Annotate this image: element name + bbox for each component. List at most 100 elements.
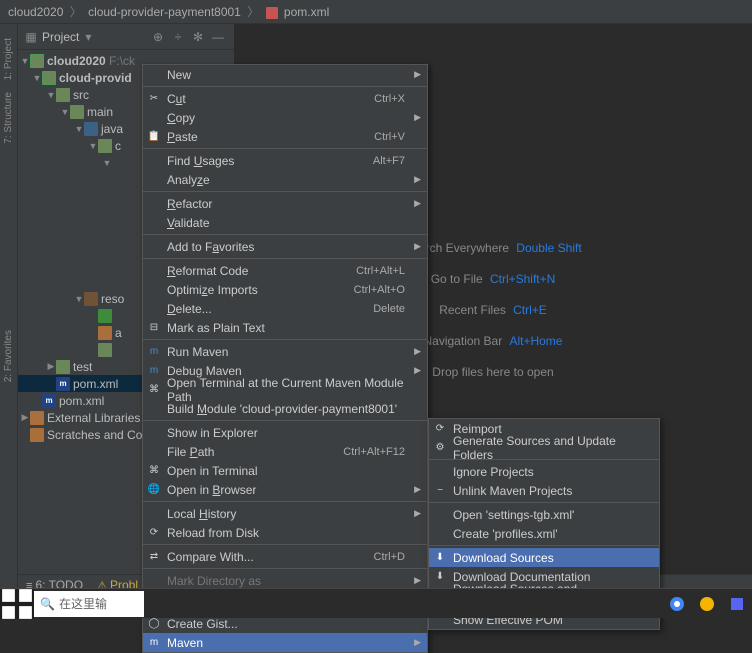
submenu-arrow-icon: ▶ — [414, 241, 421, 252]
menu-run-maven[interactable]: mRun Maven▶ — [143, 342, 427, 361]
package-icon — [98, 139, 112, 153]
gear-icon[interactable]: ✻ — [188, 27, 208, 47]
menu-cut[interactable]: ✂CutCtrl+X — [143, 89, 427, 108]
hint-recent-key: Ctrl+E — [513, 303, 547, 317]
submenu-arrow-icon: ▶ — [414, 69, 421, 80]
hint-recent: Recent Files — [439, 303, 506, 317]
globe-icon: 🌐 — [147, 483, 161, 497]
hint-nav-key: Alt+Home — [509, 334, 562, 348]
generate-icon: ⚙ — [433, 441, 447, 455]
submenu-arrow-icon: ▶ — [414, 575, 421, 586]
menu-show-explorer[interactable]: Show in Explorer — [143, 423, 427, 442]
menu-compare[interactable]: ⇄Compare With...Ctrl+D — [143, 547, 427, 566]
menu-build-module[interactable]: Build Module 'cloud-provider-payment8001… — [143, 399, 427, 418]
tab-project[interactable]: 1: Project — [3, 38, 14, 80]
menu-plain-text[interactable]: ⊟Mark as Plain Text — [143, 318, 427, 337]
submenu-download-sources[interactable]: ⬇Download Sources — [429, 548, 659, 567]
context-menu[interactable]: New▶ ✂CutCtrl+X Copy▶ 📋PasteCtrl+V Find … — [142, 64, 428, 653]
submenu-arrow-icon: ▶ — [414, 365, 421, 376]
menu-file-path[interactable]: File PathCtrl+Alt+F12 — [143, 442, 427, 461]
refresh-icon: ⟳ — [433, 422, 447, 436]
project-view-icon: ▦ — [24, 30, 38, 44]
menu-paste[interactable]: 📋PasteCtrl+V — [143, 127, 427, 146]
menu-refactor[interactable]: Refactor▶ — [143, 194, 427, 213]
submenu-ignore[interactable]: Ignore Projects — [429, 462, 659, 481]
submenu-unlink[interactable]: −Unlink Maven Projects — [429, 481, 659, 500]
maven-file-icon — [266, 7, 278, 19]
menu-open-terminal[interactable]: ⌘Open in Terminal — [143, 461, 427, 480]
submenu-arrow-icon: ▶ — [414, 174, 421, 185]
menu-open-browser[interactable]: 🌐Open in Browser▶ — [143, 480, 427, 499]
submenu-arrow-icon: ▶ — [414, 637, 421, 648]
menu-new[interactable]: New▶ — [143, 65, 427, 84]
taskbar-search[interactable]: 🔍在这里输 — [34, 591, 144, 617]
menu-optimize-imports[interactable]: Optimize ImportsCtrl+Alt+O — [143, 280, 427, 299]
menu-find-usages[interactable]: Find UsagesAlt+F7 — [143, 151, 427, 170]
scratch-icon — [30, 428, 44, 442]
menu-analyze[interactable]: Analyze▶ — [143, 170, 427, 189]
hint-search-key: Double Shift — [516, 241, 581, 255]
maven-file-icon: m — [56, 377, 70, 391]
file-icon — [98, 309, 112, 323]
locate-icon[interactable]: ⊕ — [148, 27, 168, 47]
submenu-generate-sources[interactable]: ⚙Generate Sources and Update Folders — [429, 438, 659, 457]
maven-file-icon: m — [42, 394, 56, 408]
file-icon — [98, 326, 112, 340]
tool-window-stripe-left: 1: Project 7: Structure 2: Favorites — [0, 24, 18, 594]
maven-icon: m — [147, 636, 161, 650]
submenu-arrow-icon: ▶ — [414, 112, 421, 123]
source-folder-icon — [84, 122, 98, 136]
tab-structure[interactable]: 7: Structure — [3, 92, 14, 144]
windows-start-button[interactable] — [0, 589, 34, 619]
terminal-icon: ⌘ — [147, 464, 161, 478]
download-icon: ⬇ — [433, 551, 447, 565]
folder-icon — [70, 105, 84, 119]
menu-local-history[interactable]: Local History▶ — [143, 504, 427, 523]
project-title[interactable]: Project — [42, 30, 79, 44]
submenu-arrow-icon: ▶ — [414, 198, 421, 209]
taskbar-chrome-icon[interactable] — [663, 590, 691, 618]
reload-icon: ⟳ — [147, 526, 161, 540]
maven-debug-icon: m — [147, 364, 161, 378]
download-icon: ⬇ — [433, 570, 447, 584]
folder-icon — [56, 360, 70, 374]
menu-reload[interactable]: ⟳Reload from Disk — [143, 523, 427, 542]
submenu-arrow-icon: ▶ — [414, 508, 421, 519]
minus-icon: − — [433, 484, 447, 498]
submenu-create-profiles[interactable]: Create 'profiles.xml' — [429, 524, 659, 543]
breadcrumb-bar: cloud2020 〉 cloud-provider-payment8001 〉… — [0, 0, 752, 24]
maven-icon: m — [147, 345, 161, 359]
bc-root[interactable]: cloud2020 — [8, 5, 63, 19]
resources-folder-icon — [84, 292, 98, 306]
hint-drop: Drop files here to open — [432, 365, 553, 379]
tab-favorites[interactable]: 2: Favorites — [3, 330, 14, 382]
menu-validate[interactable]: Validate — [143, 213, 427, 232]
module-icon — [42, 71, 56, 85]
collapse-icon[interactable]: ÷ — [168, 27, 188, 47]
bc-file[interactable]: pom.xml — [284, 5, 329, 19]
scissors-icon: ✂ — [147, 92, 161, 106]
menu-open-terminal-maven[interactable]: ⌘Open Terminal at the Current Maven Modu… — [143, 380, 427, 399]
clipboard-icon: 📋 — [147, 130, 161, 144]
taskbar-app-icon[interactable] — [723, 590, 751, 618]
project-header: ▦ Project ▾ ⊕ ÷ ✻ — — [18, 24, 234, 50]
menu-delete[interactable]: Delete...Delete — [143, 299, 427, 318]
breadcrumb[interactable]: cloud2020 〉 cloud-provider-payment8001 〉… — [8, 3, 329, 20]
folder-icon — [56, 88, 70, 102]
module-icon — [30, 54, 44, 68]
dropdown-icon[interactable]: ▾ — [81, 30, 95, 44]
submenu-arrow-icon: ▶ — [414, 346, 421, 357]
plain-text-icon: ⊟ — [147, 321, 161, 335]
submenu-open-settings[interactable]: Open 'settings-tgb.xml' — [429, 505, 659, 524]
menu-copy[interactable]: Copy▶ — [143, 108, 427, 127]
menu-maven[interactable]: mMaven▶ — [143, 633, 427, 652]
taskbar-app-icon[interactable] — [693, 590, 721, 618]
bc-module[interactable]: cloud-provider-payment8001 — [88, 5, 241, 19]
submenu-arrow-icon: ▶ — [414, 484, 421, 495]
menu-reformat[interactable]: Reformat CodeCtrl+Alt+L — [143, 261, 427, 280]
hide-icon[interactable]: — — [208, 27, 228, 47]
diff-icon: ⇄ — [147, 550, 161, 564]
windows-taskbar: 🔍在这里输 — [0, 588, 752, 618]
hint-goto: Go to File — [431, 272, 483, 286]
menu-favorites[interactable]: Add to Favorites▶ — [143, 237, 427, 256]
